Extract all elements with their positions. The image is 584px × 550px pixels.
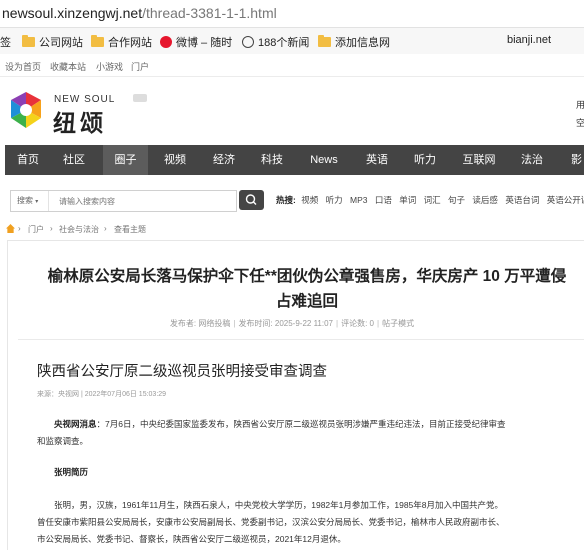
bookmark-weibo[interactable]: 微博 – 随时: [160, 34, 232, 50]
article-paragraph: 张明，男，汉族，1961年11月生，陕西石泉人，中央党校大学学历，1982年1月…: [37, 497, 584, 548]
address-url[interactable]: newsoul.xinzengwj.net/thread-3381-1-1.ht…: [2, 5, 277, 21]
nav-community[interactable]: 社区: [51, 145, 97, 175]
bookmark-cut[interactable]: 签: [0, 34, 11, 50]
article-paragraph: 央视网消息：7月6日，中央纪委国家监委发布，陕西省公安厅原二级巡视员张明涉嫌严重…: [37, 416, 557, 450]
folder-icon: [318, 35, 331, 47]
search-box: 搜索 ▾: [10, 190, 237, 212]
nav-news[interactable]: News: [301, 145, 347, 175]
paragraph-text: ：7月6日，中央纪委国家监委发布，陕西省公安厅原二级巡视员张明涉嫌严重违纪违法，…: [96, 419, 506, 429]
bookmark-news[interactable]: 188个新闻: [242, 34, 309, 50]
portal-link[interactable]: 门户: [131, 60, 149, 73]
article-time: 发布时间: 2025-9-22 11:07: [238, 319, 334, 328]
bookmark-label: 添加信息网: [335, 37, 390, 49]
hot-item[interactable]: 单词: [399, 195, 416, 205]
bookmark-site-link[interactable]: 收藏本站: [50, 60, 86, 73]
space-link-cut[interactable]: 空: [576, 116, 584, 129]
paragraph-text: 张明，男，汉族，1961年11月生，陕西石泉人，中央党校大学学历，1982年1月…: [54, 500, 504, 510]
weibo-icon: [160, 36, 172, 48]
chevron-down-icon: ▾: [35, 199, 39, 205]
paragraph-lead: 央视网消息: [54, 419, 97, 429]
post-mode-link[interactable]: 帖子模式: [382, 319, 414, 328]
breadcrumb-view-topic: 查看主题: [114, 225, 146, 234]
hot-item[interactable]: 句子: [448, 195, 465, 205]
user-link-cut[interactable]: 用: [576, 98, 584, 111]
folder-icon: [22, 35, 35, 47]
hot-item[interactable]: 读后感: [472, 195, 498, 205]
search-button[interactable]: [239, 190, 264, 210]
article-author: 发布者: 网络投稿: [169, 319, 231, 328]
chevron-right-icon: ›: [18, 224, 21, 233]
bookmarks-bar: 签 公司网站 合作网站 微博 – 随时 188个新闻 添加信息网 bianji.…: [0, 27, 584, 55]
address-bar[interactable]: newsoul.xinzengwj.net/thread-3381-1-1.ht…: [0, 0, 584, 26]
paragraph-text: 曾任安康市紫阳县公安局局长，安康市公安局副局长、党委副书记，汉滨公安分局局长、党…: [37, 517, 505, 527]
url-path: /thread-3381-1-1.html: [142, 5, 277, 21]
hot-item[interactable]: MP3: [350, 195, 367, 205]
nav-circle[interactable]: 圈子: [103, 145, 148, 175]
nav-video[interactable]: 视频: [152, 145, 198, 175]
search-type-select[interactable]: 搜索 ▾: [11, 191, 49, 211]
hot-item[interactable]: 口语: [375, 195, 392, 205]
site-logo-icon[interactable]: [8, 92, 44, 128]
breadcrumb: › 门户 › 社会与法治 › 查看主题: [0, 223, 584, 237]
bookmark-label: 微博 – 随时: [176, 37, 233, 49]
nav-law[interactable]: 法治: [509, 145, 555, 175]
article-title: 榆林原公安局长落马保护伞下任**团伙伪公章强售房，华庆房产 10 万平遭侵 占难…: [30, 264, 584, 314]
article-comment-count: 评论数: 0: [341, 319, 374, 328]
brand-chinese: 纽颂: [53, 110, 107, 136]
bookmark-label: 公司网站: [39, 37, 83, 49]
article-title-line: 榆林原公安局长落马保护伞下任**团伙伪公章强售房，华庆房产 10 万平遭侵: [47, 268, 567, 285]
breadcrumb-portal[interactable]: 门户: [28, 224, 44, 235]
breadcrumb-society-law[interactable]: 社会与法治: [59, 224, 99, 235]
paragraph-text: 市公安局局长、党委书记、督察长，陕西省公安厅二级巡视员，2021年12月退休。: [37, 534, 346, 544]
paragraph-text: 和监察调查。: [37, 436, 89, 446]
article-title-line: 占难追回: [275, 293, 338, 310]
hot-item[interactable]: 听力: [326, 195, 343, 205]
bookmark-partner[interactable]: 合作网站: [91, 34, 152, 50]
chevron-right-icon: ›: [50, 224, 53, 233]
chevron-right-icon: ›: [104, 224, 107, 233]
nav-tech[interactable]: 科技: [249, 145, 295, 175]
article-subtitle: 陕西省公安厅原二级巡视员张明接受审查调查: [37, 364, 327, 380]
brand-badge: [133, 94, 147, 102]
top-links: 设为首页 收藏本站 小游戏 门户: [0, 54, 584, 77]
bookmark-label: 合作网站: [108, 37, 152, 49]
bookmark-info[interactable]: 添加信息网: [318, 34, 390, 50]
main-nav: 首页 社区 圈子 视频 经济 科技 News 英语 听力 互联网 法治 影: [5, 145, 584, 175]
nav-home[interactable]: 首页: [5, 145, 51, 175]
set-homepage-link[interactable]: 设为首页: [5, 60, 41, 73]
globe-icon: [242, 36, 254, 48]
mini-games-link[interactable]: 小游戏: [96, 60, 123, 73]
article-source: 来源：央视网 | 2022年07月06日 15:03:29: [37, 391, 167, 398]
url-host: newsoul.xinzengwj.net: [2, 5, 143, 21]
search-icon: [245, 194, 257, 205]
nav-listening[interactable]: 听力: [402, 145, 448, 175]
home-icon[interactable]: [6, 224, 15, 233]
hot-item[interactable]: 英语公开课: [547, 195, 584, 205]
bookmark-company[interactable]: 公司网站: [22, 34, 83, 50]
nav-economy[interactable]: 经济: [201, 145, 247, 175]
search-input[interactable]: [59, 195, 229, 207]
article-meta: 发布者: 网络投稿 | 发布时间: 2025-9-22 11:07 | 评论数: 0 | 帖…: [169, 319, 415, 328]
nav-internet[interactable]: 互联网: [456, 145, 502, 175]
hot-searches: 热搜: 视频 听力 MP3 口语 单词 词汇 句子 读后感 英语台词 英语公开课: [276, 194, 584, 206]
search-type-label: 搜索: [17, 196, 33, 205]
hot-item[interactable]: 词汇: [424, 195, 441, 205]
bookmark-label: 188个新闻: [258, 37, 310, 49]
nav-movie[interactable]: 影: [565, 145, 584, 175]
nav-english[interactable]: 英语: [354, 145, 400, 175]
hot-item[interactable]: 视频: [301, 195, 318, 205]
folder-icon: [91, 35, 104, 47]
hot-label: 热搜:: [276, 195, 296, 205]
resume-heading: 张明简历: [54, 467, 89, 477]
divider: [18, 339, 584, 340]
bookmark-bianji[interactable]: bianji.net: [507, 34, 551, 46]
hot-item[interactable]: 英语台词: [505, 195, 539, 205]
